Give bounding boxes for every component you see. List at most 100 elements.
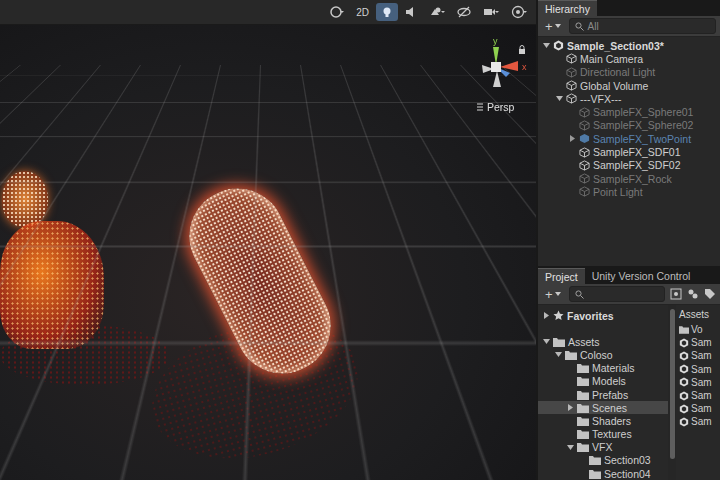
prefab-cube-icon [579,133,590,144]
project-tree-item[interactable]: Textures [538,428,668,441]
visibility-icon [457,6,471,18]
project-tab[interactable]: Unity Version Control [585,268,698,284]
foldout-icon[interactable] [542,312,550,319]
project-tree-item[interactable]: Shaders [538,414,668,427]
collapsed-arrow-icon [543,312,550,319]
project-tree-label: Favorites [567,310,614,322]
folder-icon [577,363,589,373]
scrollbar-thumb[interactable] [670,309,675,459]
foldout-icon[interactable] [566,444,574,451]
asset-item[interactable]: Sam [679,389,720,402]
search-icon [575,22,584,31]
gameobject-cube-icon [566,53,577,64]
asset-item[interactable]: Sam [679,336,720,349]
asset-item[interactable]: Sam [679,349,720,362]
shading-icon [330,6,344,18]
hierarchy-item-label: Point Light [593,186,643,198]
hierarchy-tab[interactable]: Hierarchy [538,0,597,16]
foldout-icon[interactable] [542,42,550,49]
project-tree-item[interactable]: Assets [538,335,668,348]
hierarchy-item-label: ---VFX--- [580,93,621,105]
folder-icon [589,455,601,465]
foldout-icon[interactable] [566,404,574,411]
unity-scene-icon [679,417,689,427]
filter-type-icon[interactable] [670,288,682,300]
foldout-icon[interactable] [554,351,562,358]
folder-icon [577,429,589,439]
toolbar-effects-button[interactable] [424,3,450,21]
project-tree-item[interactable]: VFX [538,441,668,454]
hierarchy-item[interactable]: Global Volume [538,79,720,92]
toolbar-audio-button[interactable] [400,3,422,21]
hierarchy-item[interactable]: SampleFX_Sphere02 [538,119,720,132]
foldout-icon[interactable] [542,338,550,345]
orientation-gizmo[interactable]: yx Persp [466,37,536,141]
add-button[interactable]: + [542,20,564,33]
gameobject-cube-icon [579,160,590,171]
filter-label-icon[interactable] [687,288,699,300]
folder-icon [553,337,565,347]
toolbar-visibility-button[interactable] [452,3,476,21]
hierarchy-item-label: SampleFX_TwoPoint [593,133,691,145]
project-tree-item[interactable]: Prefabs [538,388,668,401]
project-tree-label: Coloso [580,349,613,361]
asset-item[interactable]: Sam [679,376,720,389]
project-tree-item[interactable]: Coloso [538,348,668,361]
project-tree-item[interactable]: Models [538,375,668,388]
toolbar-gizmos-button[interactable] [506,3,532,21]
hierarchy-item[interactable]: SampleFX_TwoPoint [538,132,720,145]
folder-icon [577,416,589,426]
tag-icon[interactable] [704,288,716,300]
asset-item[interactable]: Sam [679,363,720,376]
toolbar-lighting-button[interactable] [376,3,398,21]
asset-item[interactable]: Vo [679,323,720,336]
add-button[interactable]: + [542,288,564,301]
project-tree-item[interactable]: Section03 [538,454,668,467]
toolbar-text-button[interactable]: 2D [351,3,374,21]
lock-icon[interactable] [518,45,526,55]
project-panel: ProjectUnity Version Control + Favorites… [538,268,720,480]
folder-icon [577,442,589,452]
project-tree-item[interactable]: Scenes [538,401,668,414]
hierarchy-item[interactable]: SampleFX_SDF02 [538,159,720,172]
collapsed-arrow-icon [567,404,574,411]
unity-scene-icon [679,377,689,387]
foldout-icon[interactable] [568,135,576,142]
scene-viewport[interactable]: yx Persp [0,25,536,480]
unity-scene-icon [553,40,564,51]
gameobject-cube-icon [579,120,590,131]
project-search[interactable] [569,286,665,302]
asset-label: Vo [691,324,703,335]
hierarchy-item[interactable]: SampleFX_Sphere01 [538,105,720,118]
unity-scene-icon [679,391,689,401]
project-tree-label: Prefabs [592,389,628,401]
projection-toggle[interactable]: Persp [466,101,536,113]
toolbar-shading-button[interactable] [325,3,349,21]
gameobject-cube-icon [579,186,590,197]
expanded-arrow-icon [543,42,550,49]
gameobject-cube-icon [579,107,590,118]
asset-item[interactable]: Sam [679,415,720,428]
hierarchy-item[interactable]: SampleFX_Rock [538,172,720,185]
hierarchy-item[interactable]: Sample_Section03* [538,39,720,52]
project-tab[interactable]: Project [538,268,585,284]
gameobject-cube-icon [579,173,590,184]
asset-item[interactable]: Sam [679,402,720,415]
project-tree-item[interactable]: Materials [538,362,668,375]
project-tree-item[interactable]: Favorites [538,309,668,322]
project-tree-item[interactable]: Section04 [538,467,668,480]
toolbar-camera-button[interactable] [478,3,504,21]
hierarchy-search[interactable]: All [569,18,716,34]
tree-scrollbar[interactable] [668,305,676,480]
hierarchy-item[interactable]: Point Light [538,185,720,198]
hierarchy-item[interactable]: SampleFX_SDF01 [538,145,720,158]
expanded-arrow-icon [543,338,550,345]
hierarchy-panel: Hierarchy + All Sample_Section03* Main C… [538,0,720,268]
hierarchy-item[interactable]: ---VFX--- [538,92,720,105]
dropdown-icon [555,24,561,28]
expanded-arrow-icon [555,351,562,358]
foldout-icon[interactable] [555,95,563,102]
hierarchy-toolbar: + All [538,16,720,37]
hierarchy-item[interactable]: Directional Light [538,66,720,79]
hierarchy-item[interactable]: Main Camera [538,52,720,65]
